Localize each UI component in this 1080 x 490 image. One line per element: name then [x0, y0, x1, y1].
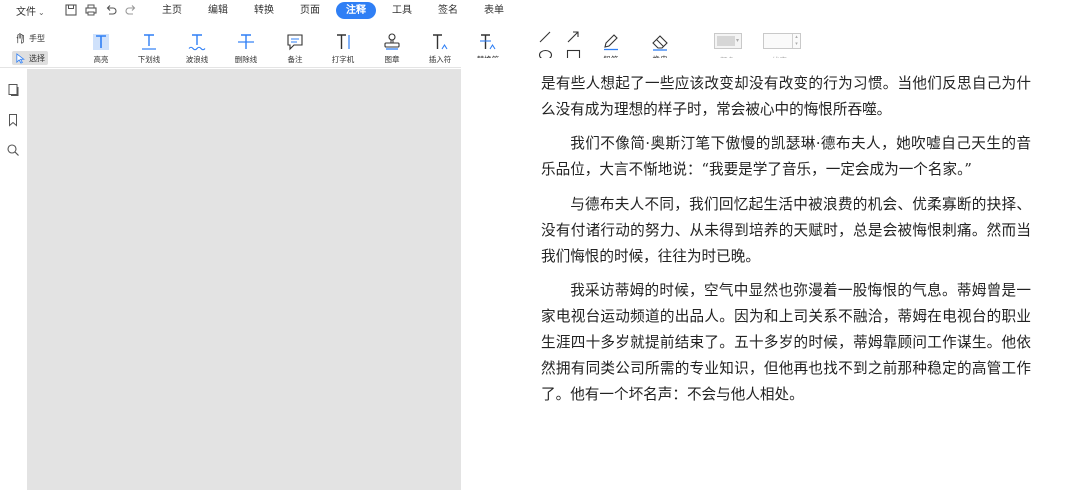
document-page: 谓五花八门、包罗万象，但是最深刻的答案（活跃一下气氛，权且这么说），是有些人想起…: [461, 58, 1080, 490]
pencil-icon: [604, 34, 618, 51]
underline-label: 下划线: [137, 55, 161, 64]
paragraph: 与德布夫人不同，我们回忆起生活中被浪费的机会、优柔寡断的抉择、没有付诸行动的努力…: [541, 195, 1031, 265]
insert-caret-button[interactable]: 插入符: [420, 32, 460, 65]
typewriter-button[interactable]: 打字机: [323, 32, 363, 65]
chevron-down-icon: ▾: [735, 37, 739, 44]
tab-tools[interactable]: 工具: [382, 2, 422, 19]
typewriter-label: 打字机: [331, 55, 355, 64]
redo-icon[interactable]: [124, 3, 138, 17]
paragraph: 我们不像简·奥斯汀笔下傲慢的凯瑟琳·德布夫人，她吹嘘自己天生的音乐品位，大言不惭…: [541, 135, 1031, 179]
document-text: 谓五花八门、包罗万象，但是最深刻的答案（活跃一下气氛，权且这么说），是有些人想起…: [541, 58, 1031, 416]
tab-page[interactable]: 页面: [290, 2, 330, 19]
insert-caret-label: 插入符: [428, 55, 452, 64]
print-icon[interactable]: [84, 3, 98, 17]
note-button[interactable]: 备注: [275, 32, 315, 65]
select-tool-label: 选择: [29, 53, 45, 63]
stamp-label: 图章: [384, 55, 400, 64]
line-tool-icon[interactable]: [538, 30, 552, 44]
note-label: 备注: [287, 55, 303, 64]
ribbon-divider: [461, 58, 1080, 69]
tab-form[interactable]: 表单: [474, 2, 514, 19]
stamp-icon: [384, 33, 400, 50]
tab-sign[interactable]: 签名: [428, 2, 468, 19]
highlight-button[interactable]: 高亮: [81, 32, 121, 65]
file-menu[interactable]: 文件 ⌄: [16, 3, 45, 18]
arrow-tool-icon[interactable]: [566, 30, 580, 44]
pages-icon[interactable]: [6, 83, 20, 97]
tab-annotate[interactable]: 注释: [336, 2, 376, 19]
chevron-down-icon: ⌄: [38, 8, 45, 17]
left-rail: [0, 69, 27, 490]
insert-caret-icon: [433, 34, 448, 50]
highlight-icon: [93, 34, 109, 50]
search-icon[interactable]: [6, 143, 20, 157]
strikethrough-icon: [238, 34, 254, 49]
file-menu-label: 文件: [16, 7, 36, 18]
hand-tool-label: 手型: [29, 33, 45, 43]
stepper-arrows-icon: ▴ ▾: [792, 34, 800, 48]
tab-home[interactable]: 主页: [152, 2, 192, 19]
cursor-arrow-icon: [16, 52, 25, 64]
underline-button[interactable]: 下划线: [129, 32, 169, 65]
hand-tool-button[interactable]: 手型: [12, 31, 48, 45]
squiggly-button[interactable]: 波浪线: [177, 32, 217, 65]
squiggly-label: 波浪线: [185, 55, 209, 64]
note-icon: [287, 34, 303, 51]
tab-edit[interactable]: 编辑: [198, 2, 238, 19]
highlight-label: 高亮: [93, 55, 109, 64]
squiggly-icon: [188, 34, 206, 51]
typewriter-icon: [337, 34, 350, 49]
tab-convert[interactable]: 转换: [244, 2, 284, 19]
menu-bar: 文件 ⌄ 主页 编辑 转换 页面 注释 工具 签名 表单: [0, 0, 1080, 22]
paragraph: 我采访蒂姆的时候，空气中显然也弥漫着一股悔恨的气息。蒂姆曾是一家电视台运动频道的…: [541, 282, 1031, 403]
underline-icon: [142, 34, 156, 50]
stamp-button[interactable]: 图章: [372, 32, 412, 65]
line-width-stepper[interactable]: ▴ ▾: [763, 33, 801, 49]
strikethrough-button[interactable]: 删除线: [226, 32, 266, 65]
bookmark-icon[interactable]: [6, 113, 20, 127]
hand-icon: [16, 32, 24, 43]
undo-icon[interactable]: [104, 3, 118, 17]
eraser-icon: [652, 35, 668, 51]
save-icon[interactable]: [64, 3, 78, 17]
select-tool-button[interactable]: 选择: [12, 51, 48, 65]
ribbon-tabs: 主页 编辑 转换 页面 注释 工具 签名 表单: [152, 2, 520, 20]
replace-caret-icon: [480, 34, 496, 50]
document-canvas: [27, 69, 461, 490]
strikethrough-label: 删除线: [234, 55, 258, 64]
color-picker[interactable]: ▾: [714, 33, 742, 49]
